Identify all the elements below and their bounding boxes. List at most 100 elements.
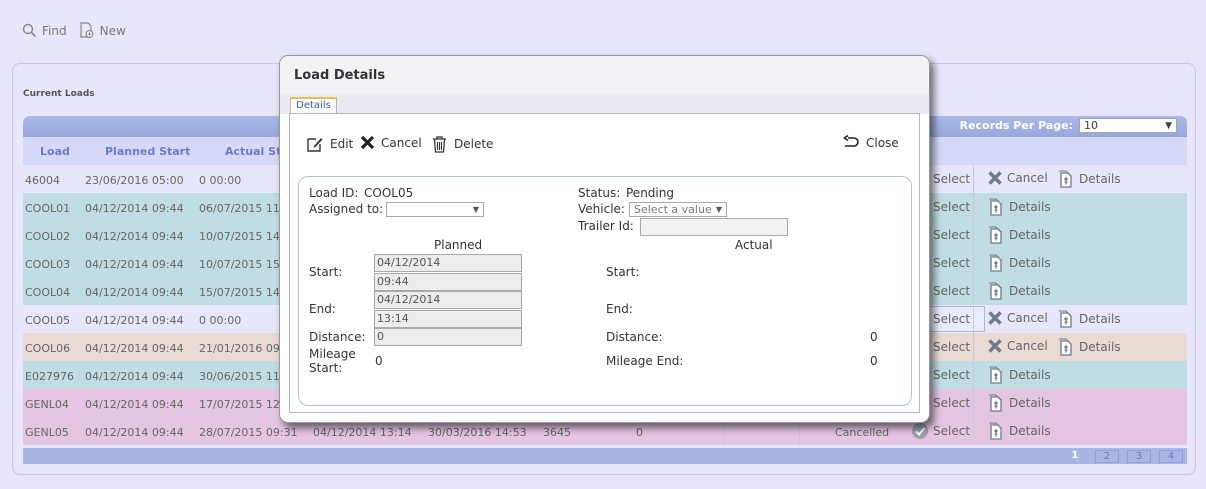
assigned-to-label: Assigned to: <box>309 202 384 216</box>
vehicle-select[interactable]: Select a value ▼ <box>629 202 727 217</box>
cell-planned-start: 04/12/2014 09:44 <box>85 342 184 355</box>
cell-status: Cancelled <box>835 426 890 439</box>
details-label: Details <box>1009 228 1051 242</box>
mileage-end-value: 0 <box>870 354 878 368</box>
close-button[interactable]: Close <box>842 135 899 151</box>
panel-title: Current Loads <box>23 89 95 99</box>
delete-label: Delete <box>454 137 494 151</box>
cell-actual-end: 30/03/2016 14:53 <box>428 426 527 439</box>
details-button[interactable]: Details <box>987 254 1051 272</box>
details-button[interactable]: Details <box>987 394 1051 412</box>
cancel-button[interactable]: Cancel <box>987 338 1048 354</box>
cell-planned-start: 04/12/2014 09:44 <box>85 370 184 383</box>
find-button[interactable]: Find <box>22 22 67 39</box>
cell-planned-start: 04/12/2014 09:44 <box>85 314 184 327</box>
details-button[interactable]: Details <box>987 198 1051 216</box>
find-label: Find <box>42 23 67 38</box>
cell-planned-end: 04/12/2014 13:14 <box>313 426 412 439</box>
details-label: Details <box>1009 396 1051 410</box>
cancel-icon <box>988 311 1002 325</box>
close-label: Close <box>866 136 899 150</box>
details-button[interactable]: Details <box>1057 310 1121 328</box>
select-label: Select <box>933 368 971 382</box>
actual-distance-value: 0 <box>870 330 878 344</box>
chevron-down-icon: ▼ <box>472 205 479 214</box>
cell-load: COOL02 <box>25 230 71 243</box>
cancel-button[interactable]: Cancel <box>987 310 1048 326</box>
chevron-down-icon: ▼ <box>1165 120 1172 131</box>
select-label: Select <box>933 284 971 298</box>
details-button[interactable]: Details <box>1057 170 1121 188</box>
cell-planned-start: 04/12/2014 09:44 <box>85 286 184 299</box>
planned-distance: 0 <box>374 328 522 346</box>
page-4[interactable]: 4 <box>1159 450 1183 463</box>
trash-icon <box>433 136 446 153</box>
delete-button[interactable]: Delete <box>431 135 493 153</box>
planned-end-time: 13:14 <box>374 310 522 328</box>
details-button[interactable]: Details <box>987 282 1051 300</box>
details-button[interactable]: Details <box>987 422 1051 440</box>
select-button[interactable]: Select <box>911 422 970 440</box>
details-label: Details <box>1009 284 1051 298</box>
mileage-start-label-1: Mileage <box>309 347 356 361</box>
chevron-down-icon: ▼ <box>715 205 722 214</box>
close-x-icon <box>360 135 375 150</box>
vehicle-label: Vehicle: <box>578 202 625 216</box>
details-label: Details <box>1079 340 1121 354</box>
trailer-id-label: Trailer Id: <box>578 219 634 233</box>
details-button[interactable]: Details <box>1057 338 1121 356</box>
status-label: Status: <box>578 186 621 200</box>
cancel-button[interactable]: Cancel <box>987 170 1048 186</box>
records-per-page-value: 10 <box>1084 119 1098 132</box>
cell-planned-start: 04/12/2014 09:44 <box>85 202 184 215</box>
column-divider <box>973 221 974 249</box>
cell-load: 46004 <box>25 174 60 187</box>
cell-load: GENL04 <box>25 398 69 411</box>
edit-button[interactable]: Edit <box>306 135 353 153</box>
select-label: Select <box>933 200 971 214</box>
details-icon <box>1059 310 1072 328</box>
records-per-page-select[interactable]: 10 ▼ <box>1079 118 1177 133</box>
column-divider <box>973 277 974 305</box>
details-label: Details <box>1009 200 1051 214</box>
cell-planned-start: 04/12/2014 09:44 <box>85 258 184 271</box>
select-label: Select <box>933 312 971 326</box>
assigned-to-select[interactable]: ▼ <box>386 202 484 217</box>
cancel-label: Cancel <box>1007 171 1048 185</box>
actual-heading: Actual <box>735 238 773 252</box>
page-2[interactable]: 2 <box>1095 450 1119 463</box>
search-icon <box>22 23 37 38</box>
mileage-end-label: Mileage End: <box>606 354 684 368</box>
details-label: Details <box>1079 172 1121 186</box>
details-icon <box>989 198 1002 216</box>
tab-details[interactable]: Details <box>290 97 337 114</box>
page-3[interactable]: 3 <box>1127 450 1151 463</box>
records-per-page: Records Per Page: 10 ▼ <box>960 118 1177 133</box>
cell-distance: 3645 <box>543 426 571 439</box>
load-details-fieldset: Load ID: COOL05 Assigned to: ▼ Status: P… <box>298 176 912 406</box>
new-document-icon <box>79 22 93 38</box>
cancel-load-button[interactable]: Cancel <box>360 135 422 150</box>
details-tab-panel: Edit Cancel Delete Close Load ID: COOL05… <box>289 113 920 413</box>
cell-load: COOL04 <box>25 286 71 299</box>
dialog-title: Load Details <box>294 68 386 83</box>
select-label: Select <box>933 340 971 354</box>
back-arrow-icon <box>843 135 859 147</box>
new-button[interactable]: New <box>79 22 126 39</box>
load-details-dialog: Load Details Details Edit Cancel Delete <box>279 55 930 423</box>
cancel-icon <box>988 171 1002 185</box>
select-label: Select <box>933 228 971 242</box>
details-button[interactable]: Details <box>987 226 1051 244</box>
cell-load: E027976 <box>25 370 74 383</box>
page-1[interactable]: 1 <box>1063 450 1087 463</box>
new-label: New <box>99 23 126 38</box>
cell-load: COOL03 <box>25 258 71 271</box>
column-header-load[interactable]: Load <box>40 145 70 158</box>
details-button[interactable]: Details <box>987 366 1051 384</box>
select-label: Select <box>933 396 971 410</box>
cell-planned-start: 23/06/2016 05:00 <box>85 174 184 187</box>
trailer-id-input[interactable] <box>640 218 788 236</box>
column-header-planned-start[interactable]: Planned Start <box>105 145 190 158</box>
details-label: Details <box>1009 368 1051 382</box>
dialog-title-bar[interactable]: Load Details <box>280 56 929 94</box>
